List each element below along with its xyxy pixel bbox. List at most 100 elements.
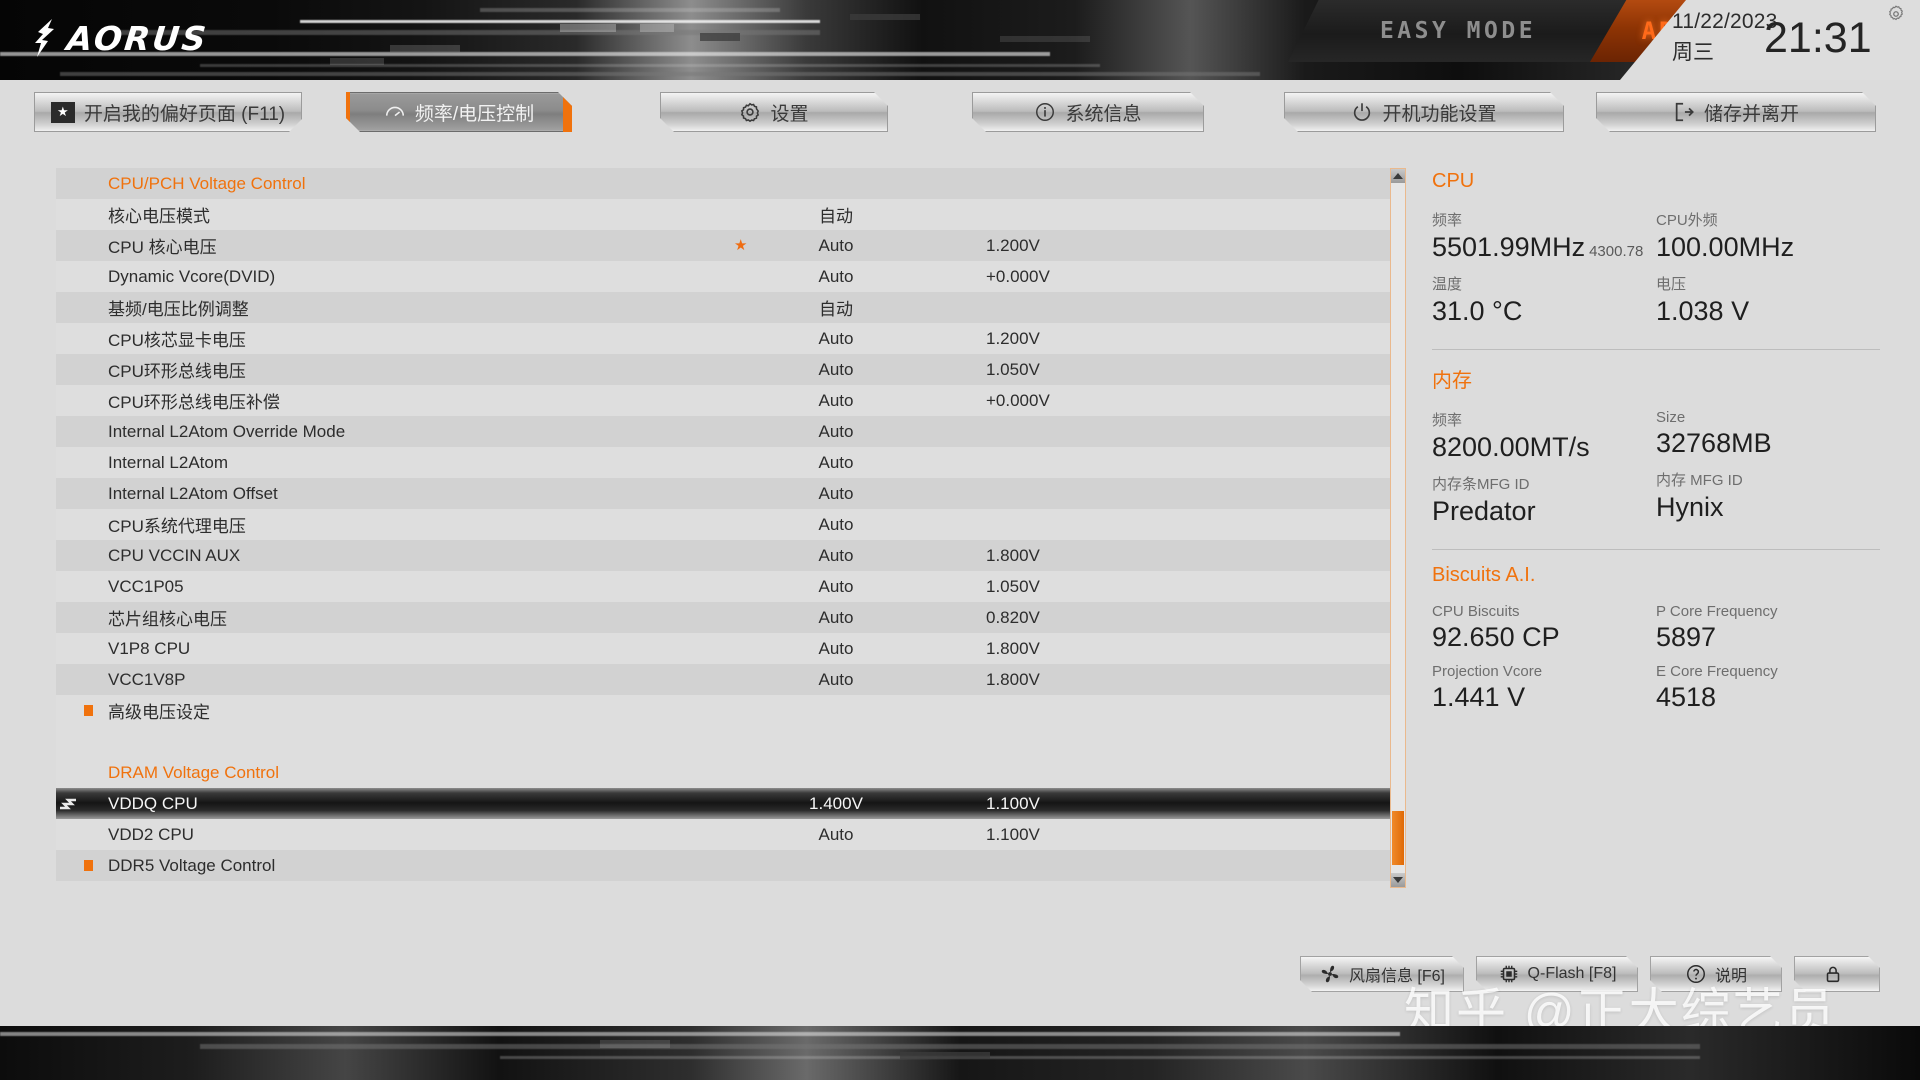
setting-row[interactable]: 芯片组核心电压 Auto 0.820V bbox=[56, 602, 1396, 633]
banner-block bbox=[560, 24, 616, 32]
banner-streak bbox=[300, 20, 820, 23]
setting-value[interactable]: Auto bbox=[756, 577, 916, 597]
scroll-up-button[interactable] bbox=[1391, 169, 1405, 183]
setting-row[interactable]: CPU系统代理电压 Auto bbox=[56, 509, 1396, 540]
tab-save-exit[interactable]: 储存并离开 bbox=[1596, 92, 1876, 132]
top-banner: AORUS EASY MODE ADVANCED MODE 11/22/2023… bbox=[0, 0, 1920, 80]
tab-system-info[interactable]: 系统信息 bbox=[972, 92, 1204, 132]
setting-value[interactable]: Auto bbox=[756, 825, 916, 845]
gear-icon bbox=[739, 101, 761, 123]
setting-label: CPU/PCH Voltage Control bbox=[108, 173, 306, 193]
setting-value[interactable]: Auto bbox=[756, 484, 916, 504]
tab-label: 频率/电压控制 bbox=[414, 103, 535, 125]
submenu-bullet-icon bbox=[84, 705, 93, 716]
setting-value[interactable]: Auto bbox=[756, 236, 916, 256]
strip-streak bbox=[500, 1056, 1700, 1059]
qflash-button[interactable]: Q-Flash [F8] bbox=[1476, 956, 1638, 992]
setting-row[interactable]: CPU环形总线电压 Auto 1.050V bbox=[56, 354, 1396, 385]
setting-readout: 1.800V bbox=[986, 638, 1040, 658]
fan-icon bbox=[1319, 963, 1341, 985]
banner-block bbox=[390, 45, 460, 52]
biscuits-ai-section: Biscuits A.I. CPU Biscuits 92.650 CP Pro… bbox=[1432, 564, 1880, 713]
exit-icon bbox=[1673, 101, 1695, 123]
projection-vcore-label: Projection Vcore bbox=[1432, 663, 1543, 680]
setting-row[interactable]: Internal L2Atom Auto bbox=[56, 447, 1396, 478]
cpu-freq-block: 频率 5501.99MHz 4300.78 温度 31.0 °C bbox=[1432, 199, 1656, 327]
setting-value[interactable]: Auto bbox=[756, 608, 916, 628]
biscuits-left-block: CPU Biscuits 92.650 CP Projection Vcore … bbox=[1432, 593, 1656, 713]
setting-row[interactable]: CPU VCCIN AUX Auto 1.800V bbox=[56, 540, 1396, 571]
setting-label: 高级电压设定 bbox=[108, 703, 210, 722]
setting-row[interactable]: VCC1P05 Auto 1.050V bbox=[56, 571, 1396, 602]
setting-value[interactable]: Auto bbox=[756, 267, 916, 287]
time-text: 21:31 bbox=[1764, 14, 1872, 62]
setting-value[interactable]: Auto bbox=[756, 453, 916, 473]
setting-value[interactable]: Auto bbox=[756, 546, 916, 566]
submenu-row[interactable]: DDR5 Voltage Control bbox=[56, 850, 1396, 881]
setting-value[interactable]: Auto bbox=[756, 360, 916, 380]
cpu-bclk-block: CPU外频 100.00MHz 电压 1.038 V bbox=[1656, 199, 1880, 327]
setting-readout: 0.820V bbox=[986, 607, 1040, 627]
setting-row[interactable]: VCC1V8P Auto 1.800V bbox=[56, 664, 1396, 695]
strip-block bbox=[600, 1040, 670, 1048]
setting-readout: +0.000V bbox=[986, 266, 1050, 286]
strip-block bbox=[900, 1052, 990, 1059]
tab-boot-settings[interactable]: 开机功能设置 bbox=[1284, 92, 1564, 132]
lock-button[interactable] bbox=[1794, 956, 1880, 992]
setting-row[interactable]: 基频/电压比例调整 自动 bbox=[56, 292, 1396, 323]
scrollbar-thumb[interactable] bbox=[1392, 811, 1404, 865]
nav-tabs: ★ 开启我的偏好页面 (F11) 频率/电压控制 设置 系统信息 开机功能设置 … bbox=[0, 80, 1920, 146]
tab-label: 开启我的偏好页面 (F11) bbox=[83, 103, 286, 125]
setting-row[interactable]: ★ CPU 核心电压 Auto 1.200V bbox=[56, 230, 1396, 261]
favorite-star-icon[interactable]: ★ bbox=[734, 238, 747, 253]
setting-value[interactable]: Auto bbox=[756, 329, 916, 349]
help-button[interactable]: 说明 bbox=[1650, 956, 1782, 992]
setting-row[interactable]: VDDQ CPU 1.400V 1.100V bbox=[56, 788, 1396, 819]
setting-row[interactable]: CPU环形总线电压补偿 Auto +0.000V bbox=[56, 385, 1396, 416]
setting-value[interactable]: 自动 bbox=[756, 202, 916, 227]
setting-row[interactable]: Dynamic Vcore(DVID) Auto +0.000V bbox=[56, 261, 1396, 292]
tab-easy-mode[interactable]: EASY MODE bbox=[1288, 0, 1628, 62]
setting-row[interactable]: 核心电压模式 自动 bbox=[56, 199, 1396, 230]
setting-value[interactable]: 自动 bbox=[756, 295, 916, 320]
scroll-down-button[interactable] bbox=[1391, 873, 1405, 887]
biscuits-section-title: Biscuits A.I. bbox=[1432, 564, 1536, 586]
cpu-biscuits-label: CPU Biscuits bbox=[1432, 603, 1520, 620]
settings-list: CPU/PCH Voltage Control 核心电压模式 自动 ★ CPU 核心电压… bbox=[56, 168, 1396, 888]
setting-value[interactable]: Auto bbox=[756, 422, 916, 442]
setting-row[interactable]: Internal L2Atom Override Mode Auto bbox=[56, 416, 1396, 447]
setting-label: VDD2 CPU bbox=[108, 824, 194, 844]
tab-frequency-voltage[interactable]: 频率/电压控制 bbox=[346, 92, 572, 132]
setting-label: CPU环形总线电压 bbox=[108, 362, 246, 381]
setting-value[interactable]: Auto bbox=[756, 515, 916, 535]
setting-label: VCC1V8P bbox=[108, 669, 186, 689]
setting-value[interactable]: Auto bbox=[756, 670, 916, 690]
setting-row[interactable]: VDD2 CPU Auto 1.100V bbox=[56, 819, 1396, 850]
setting-row[interactable]: V1P8 CPU Auto 1.800V bbox=[56, 633, 1396, 664]
setting-value[interactable]: 1.400V bbox=[756, 794, 916, 814]
setting-row[interactable]: CPU核芯显卡电压 Auto 1.200V bbox=[56, 323, 1396, 354]
setting-row[interactable]: Internal L2Atom Offset Auto bbox=[56, 478, 1396, 509]
memory-size-label: Size bbox=[1656, 409, 1686, 426]
setting-label: Internal L2Atom Override Mode bbox=[108, 421, 346, 441]
setting-readout: 1.100V bbox=[986, 824, 1040, 844]
memory-section-title: 内存 bbox=[1432, 370, 1472, 392]
scrollbar[interactable] bbox=[1390, 168, 1406, 888]
sidebar-item-favorites[interactable]: ★ 开启我的偏好页面 (F11) bbox=[34, 92, 302, 132]
memory-info-section: 内存 频率 8200.00MT/s 内存条MFG ID Predator Siz… bbox=[1432, 364, 1880, 527]
fan-info-button[interactable]: 风扇信息 [F6] bbox=[1300, 956, 1464, 992]
divider bbox=[1432, 349, 1880, 350]
memory-size-value: 32768MB bbox=[1656, 428, 1772, 458]
hardware-info-panel: CPU 频率 5501.99MHz 4300.78 温度 31.0 °C CPU外… bbox=[1432, 170, 1880, 860]
setting-value[interactable]: Auto bbox=[756, 639, 916, 659]
chevron-up-icon bbox=[1393, 173, 1403, 179]
setting-label: VDDQ CPU bbox=[108, 793, 198, 813]
setting-readout: 1.050V bbox=[986, 576, 1040, 596]
setting-readout: 1.050V bbox=[986, 359, 1040, 379]
setting-label: Internal L2Atom bbox=[108, 452, 229, 472]
submenu-row[interactable]: 高级电压设定 bbox=[56, 695, 1396, 726]
submenu-bullet-icon bbox=[84, 860, 93, 871]
gear-icon[interactable] bbox=[1886, 4, 1906, 24]
tab-settings[interactable]: 设置 bbox=[660, 92, 888, 132]
setting-value[interactable]: Auto bbox=[756, 391, 916, 411]
